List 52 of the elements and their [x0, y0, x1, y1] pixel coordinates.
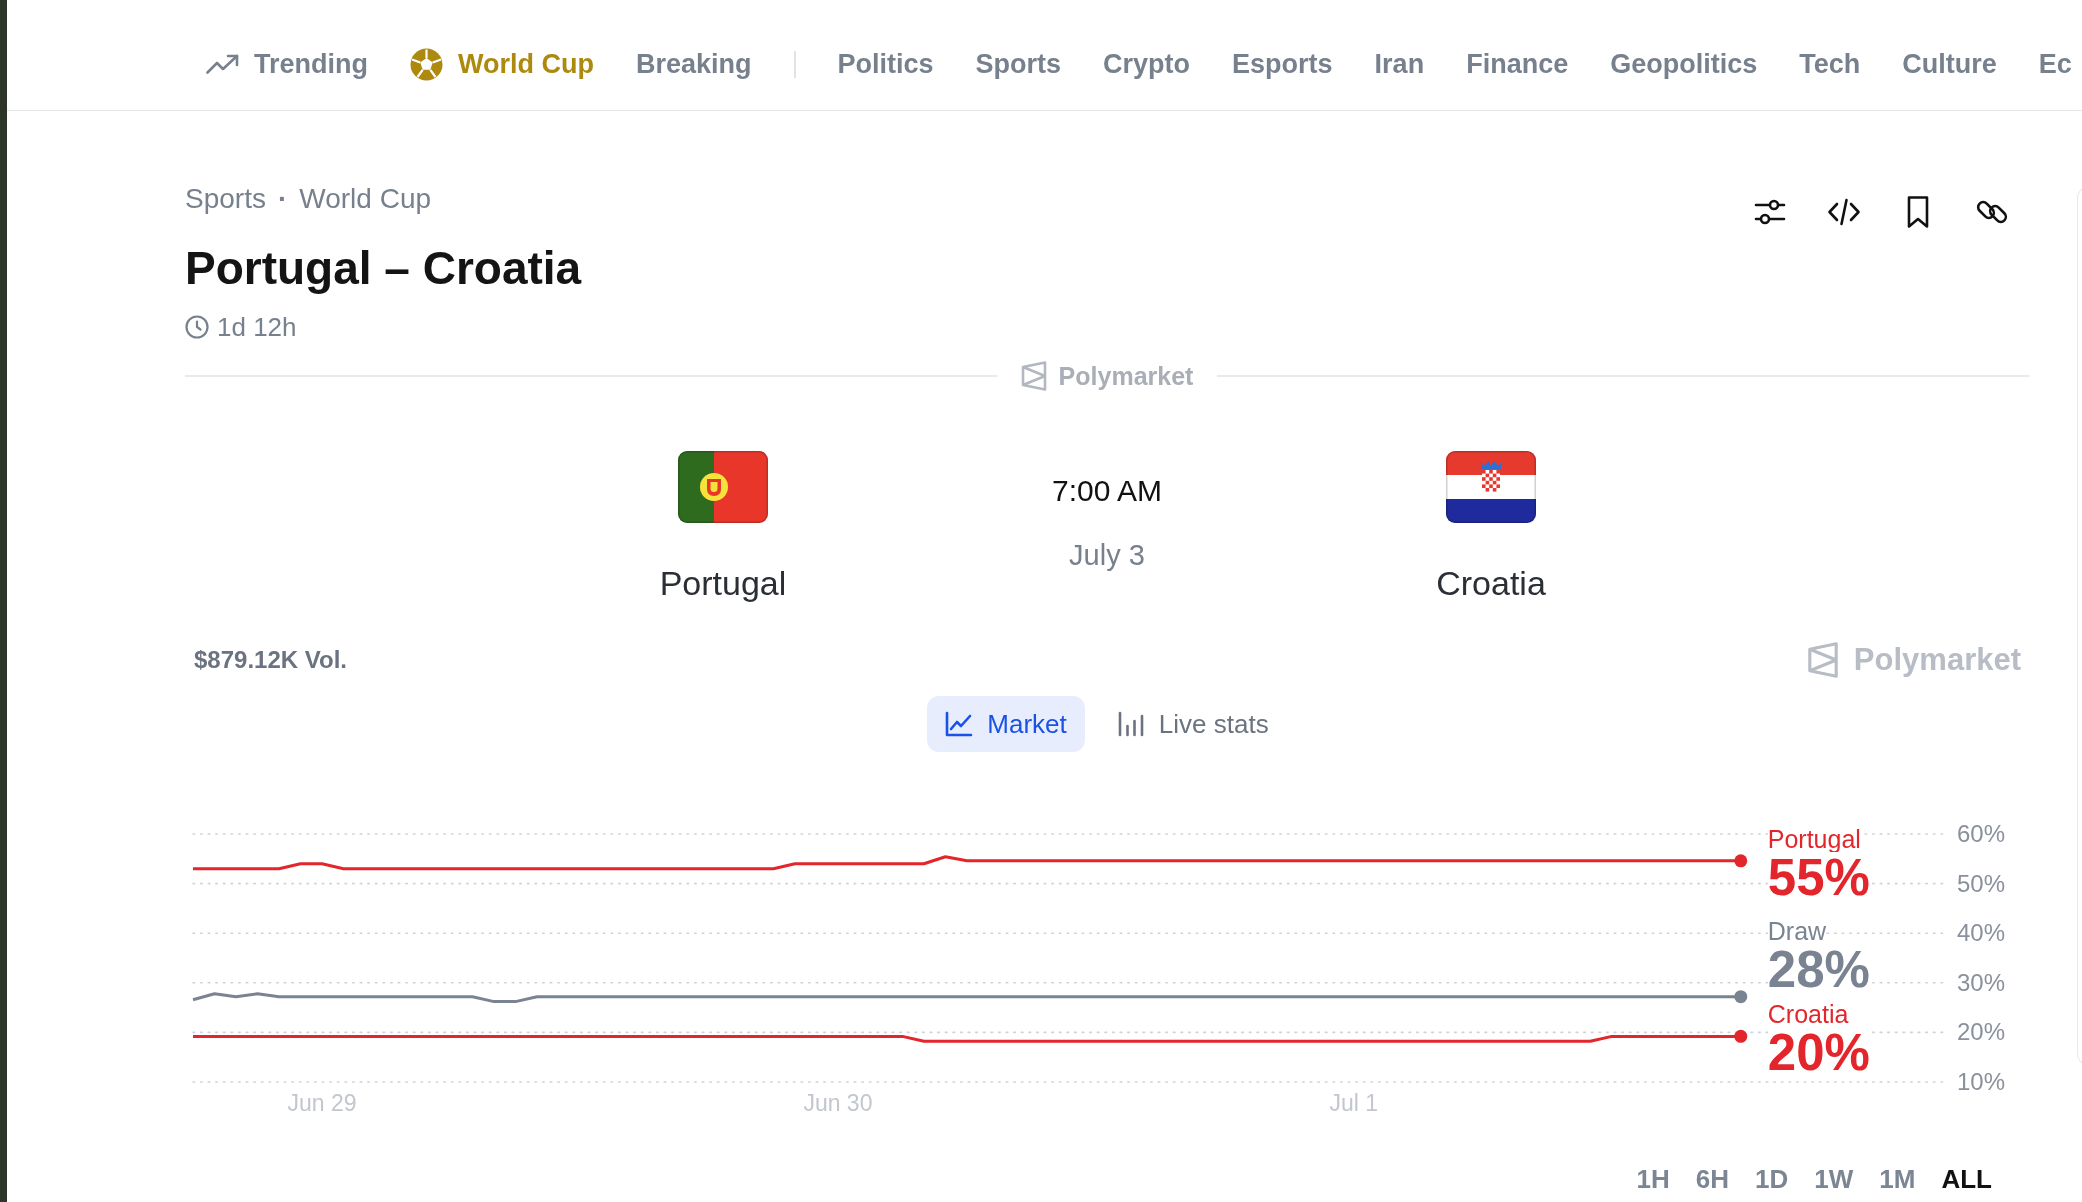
chart-tab[interactable]: Live stats	[1098, 696, 1287, 752]
axis-label: 40%	[1957, 919, 2006, 947]
line-chart-icon	[945, 711, 974, 737]
axis-label: Jun 29	[287, 1090, 357, 1115]
logo-icon	[1806, 642, 1839, 678]
clock-icon	[185, 315, 209, 339]
breadcrumb-link[interactable]: Sports	[185, 183, 266, 215]
team-name: Croatia	[1436, 563, 1546, 603]
flag-icon	[1446, 451, 1536, 523]
range-button[interactable]: 1D	[1742, 1162, 1802, 1196]
range-button[interactable]: 1W	[1801, 1162, 1867, 1196]
nav-link[interactable]: Esports	[1232, 47, 1333, 81]
chart-tab[interactable]: Market	[927, 696, 1085, 752]
event-title: Portugal – Croatia	[185, 241, 582, 296]
volume-text: $879.12K Vol.	[194, 645, 347, 675]
axis-label: 30%	[1957, 968, 2006, 996]
series-name: Portugal	[1767, 826, 1861, 852]
range-button[interactable]: 1M	[1866, 1162, 1929, 1196]
nav-link[interactable]: Sports	[975, 47, 1062, 81]
nav-link[interactable]: Breaking	[636, 47, 752, 81]
logo-icon	[1020, 361, 1047, 391]
nav-link[interactable]: Iran	[1374, 47, 1425, 81]
nav-link[interactable]: Politics	[837, 47, 934, 81]
team-name: Portugal	[659, 563, 787, 603]
range-button[interactable]: ALL	[1928, 1162, 2005, 1196]
axis-label: Jun 30	[803, 1090, 873, 1115]
kickoff-time: 7:00 AM	[1051, 473, 1163, 509]
nav-link[interactable]: Crypto	[1103, 47, 1191, 81]
axis-label: 60%	[1957, 820, 2006, 847]
axis-label: 20%	[1957, 1018, 2006, 1046]
soccer-ball-icon	[410, 47, 443, 81]
range-button[interactable]: 1H	[1623, 1162, 1683, 1196]
axis-label: 10%	[1957, 1068, 2006, 1095]
nav-link[interactable]: Geopolitics	[1610, 47, 1758, 81]
breadcrumb-separator: ·	[277, 183, 288, 215]
axis-label: Jul 1	[1329, 1090, 1379, 1115]
range-button[interactable]: 6H	[1682, 1162, 1743, 1196]
source-label: Polymarket	[1058, 361, 1194, 392]
flag-icon	[678, 451, 768, 523]
axis-label: 50%	[1957, 869, 2006, 897]
nav-link[interactable]: Culture	[1902, 47, 1997, 81]
breadcrumb-link[interactable]: World Cup	[299, 183, 432, 215]
nav-link[interactable]: Trending	[206, 47, 368, 81]
nav-link[interactable]: World Cup	[410, 47, 594, 81]
brand-name: Polymarket	[1853, 641, 2021, 679]
nav-link[interactable]: Ec	[2038, 47, 2072, 81]
trending-icon	[206, 54, 239, 74]
countdown-text: 1d 12h	[217, 311, 297, 343]
kickoff-date: July 3	[1069, 538, 1145, 573]
nav-link[interactable]: Tech	[1799, 47, 1861, 81]
bar-chart-icon	[1116, 711, 1145, 737]
nav-link[interactable]: Finance	[1466, 47, 1569, 81]
